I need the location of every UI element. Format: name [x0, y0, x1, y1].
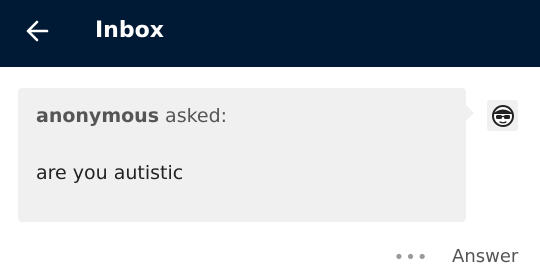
ask-card: anonymous asked: are you autistic	[18, 88, 466, 222]
avatar-face-sunglasses-icon	[491, 104, 514, 127]
app-header: Inbox	[0, 0, 540, 67]
asked-line: anonymous asked:	[36, 103, 227, 129]
more-options-button[interactable]: •••	[393, 246, 429, 268]
arrow-left-icon	[26, 20, 49, 42]
back-button[interactable]	[22, 16, 52, 46]
avatar[interactable]	[487, 100, 518, 131]
question-text: are you autistic	[36, 162, 184, 184]
more-dots-icon: •••	[393, 246, 429, 268]
card-pointer	[466, 105, 474, 121]
answer-button[interactable]: Answer	[452, 245, 518, 269]
asked-label: asked:	[165, 105, 228, 127]
page-title: Inbox	[95, 18, 164, 43]
asker-name[interactable]: anonymous	[36, 105, 159, 127]
